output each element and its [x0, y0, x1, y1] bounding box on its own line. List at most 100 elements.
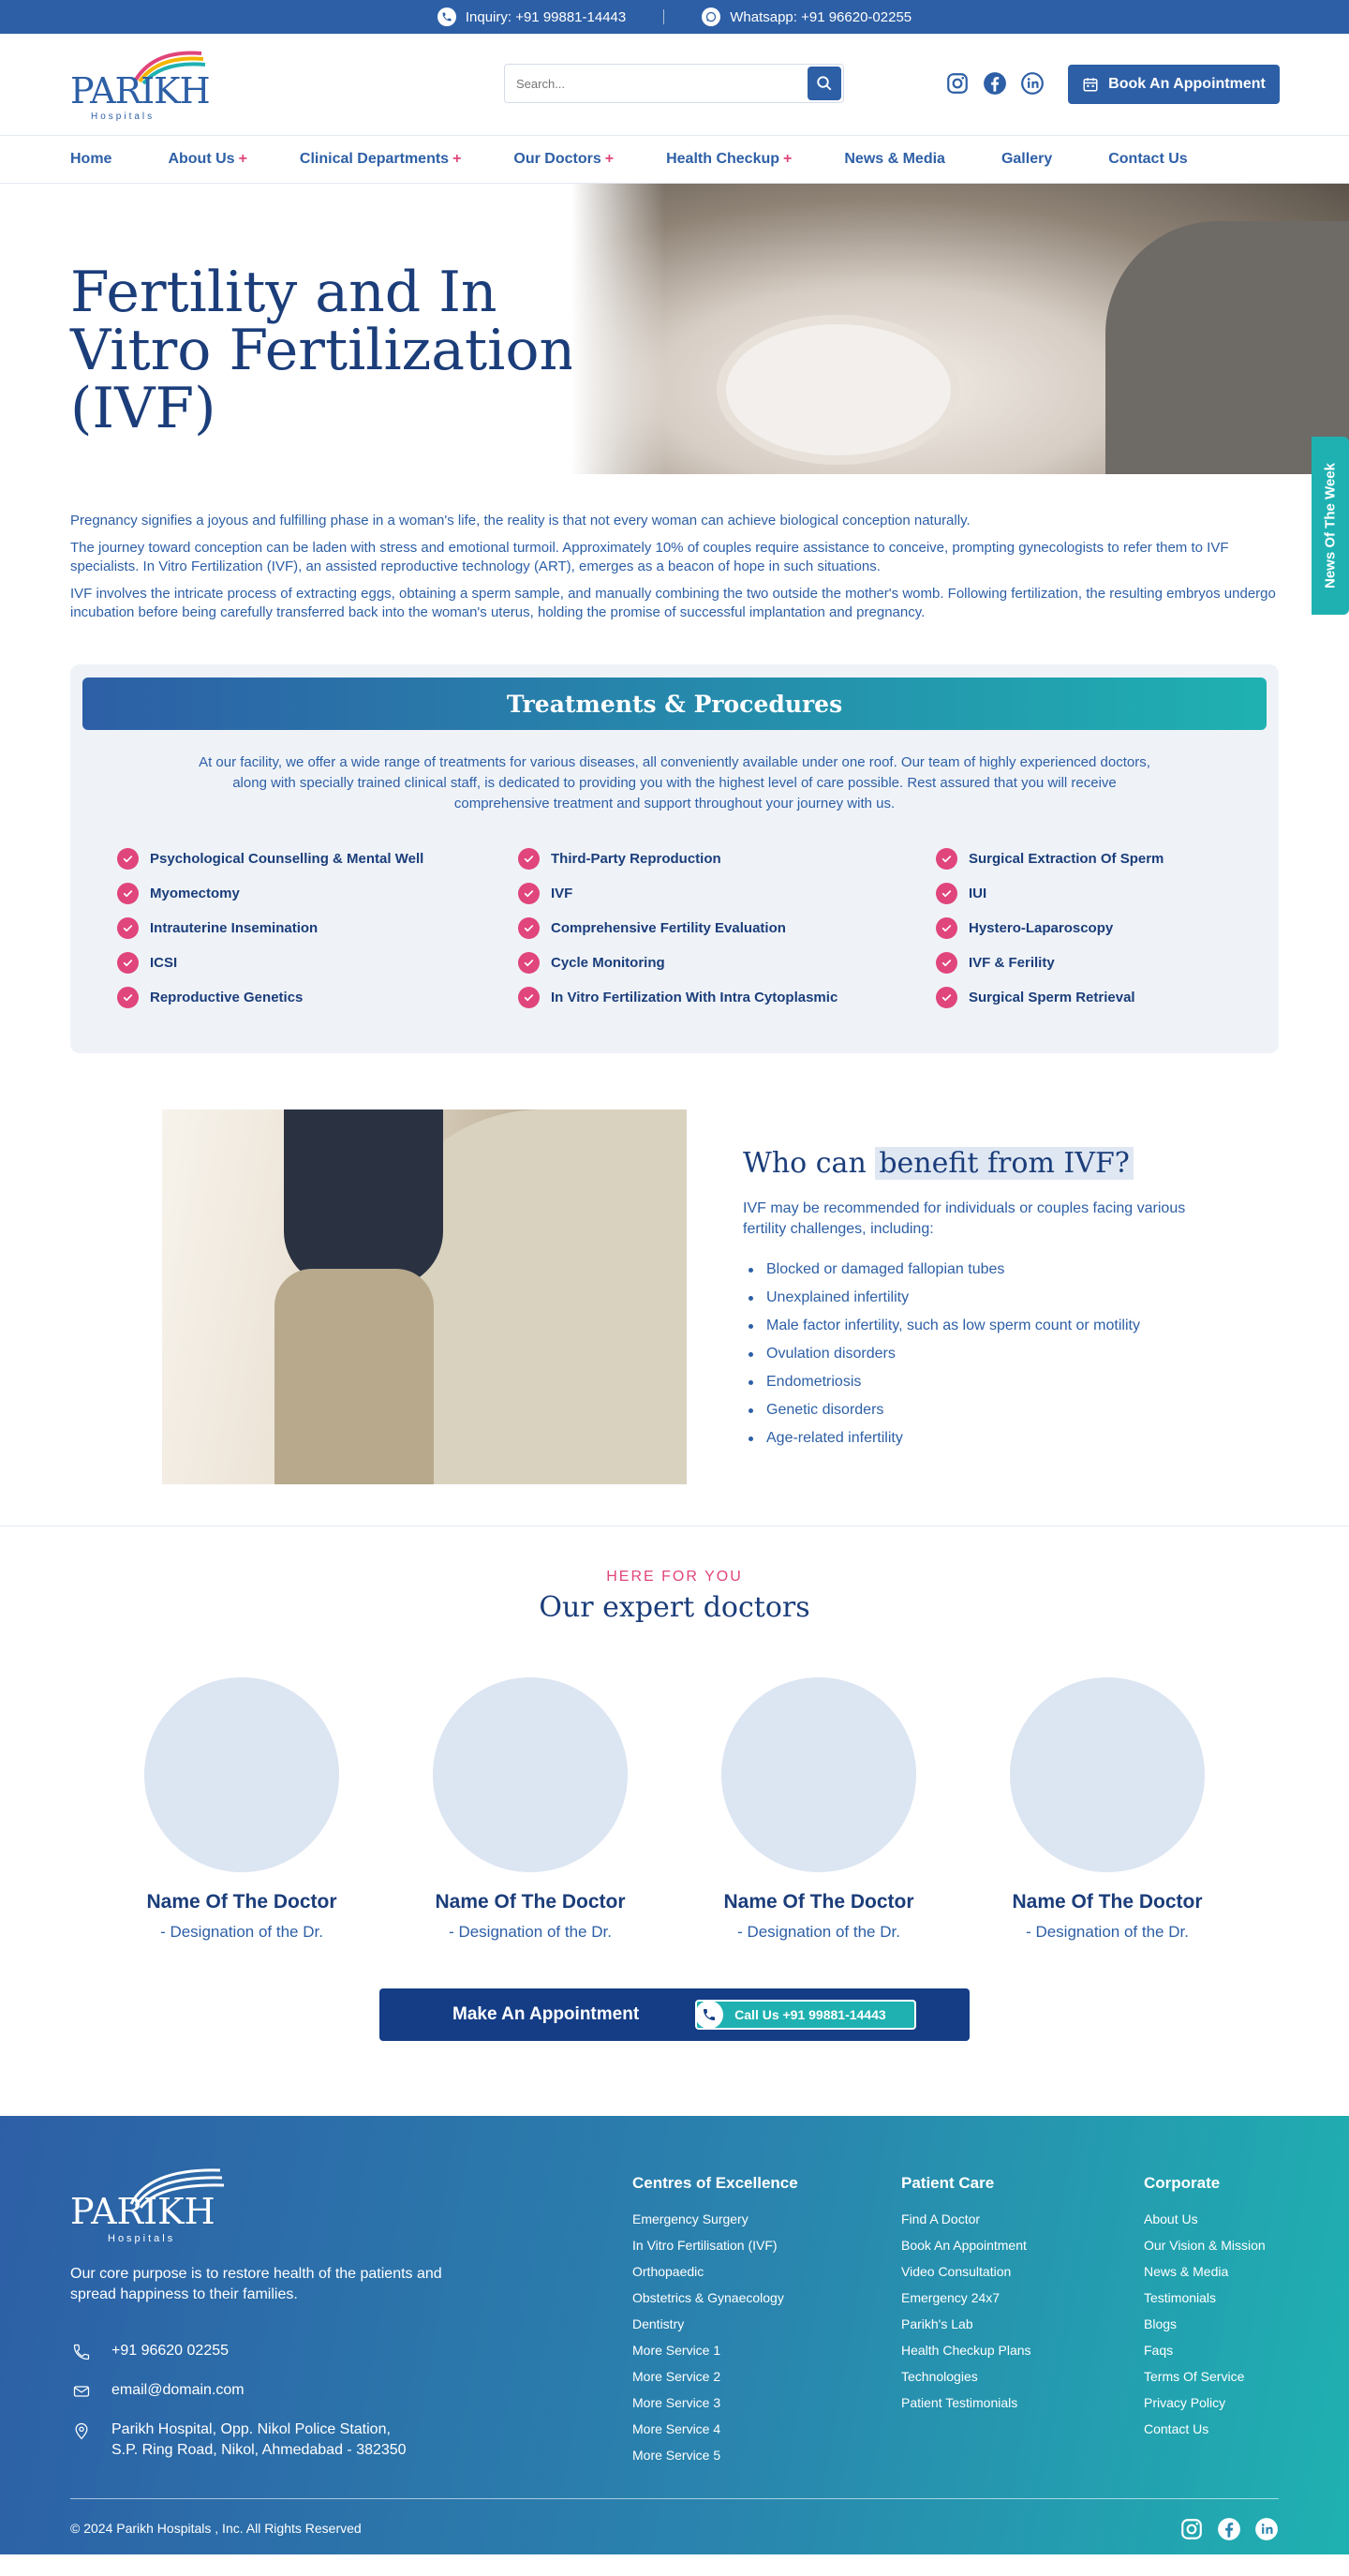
footer-link[interactable]: Terms Of Service — [1144, 2363, 1266, 2390]
treatment-item: IUI — [936, 883, 1217, 904]
doctor-card[interactable]: Name Of The Doctor - Designation of the … — [433, 1677, 628, 1942]
call-us-button[interactable]: Call Us +91 99881-14443 — [695, 2000, 917, 2030]
top-bar: Inquiry: +91 99881-14443 Whatsapp: +91 9… — [0, 0, 1349, 34]
footer-link[interactable]: More Service 3 — [632, 2390, 798, 2416]
footer-link[interactable]: Patient Testimonials — [901, 2390, 1031, 2416]
page-title: Fertility and In Vitro Fertilization (IV… — [70, 260, 576, 441]
doctor-name: Name Of The Doctor — [146, 1891, 337, 1913]
doctor-name: Name Of The Doctor — [435, 1891, 626, 1913]
footer-link[interactable]: Privacy Policy — [1144, 2390, 1266, 2416]
doctor-card[interactable]: Name Of The Doctor - Designation of the … — [144, 1677, 339, 1942]
logo-text: PARIKH — [70, 70, 211, 112]
instagram-icon[interactable] — [1179, 2517, 1204, 2541]
footer-link[interactable]: More Service 4 — [632, 2416, 798, 2442]
main-nav: Home About Us + Clinical Departments + Our… — [0, 135, 1349, 184]
book-appointment-label: Book An Appointment — [1108, 76, 1266, 92]
footer-link[interactable]: Dentistry — [632, 2311, 798, 2337]
book-appointment-button[interactable]: Book An Appointment — [1068, 65, 1280, 104]
doctor-card[interactable]: Name Of The Doctor - Designation of the … — [1010, 1677, 1205, 1942]
footer-column-patient-care: Patient Care Find A Doctor Book An Appoi… — [901, 2174, 1031, 2416]
footer-link[interactable]: About Us — [1144, 2206, 1266, 2232]
benefit-title-highlight: benefit from IVF? — [875, 1147, 1134, 1180]
make-appointment-button[interactable]: Make An Appointment — [452, 2004, 639, 2025]
nav-label: Our Doctors — [513, 151, 601, 167]
footer-link[interactable]: Contact Us — [1144, 2416, 1266, 2442]
linkedin-icon[interactable] — [1020, 71, 1045, 96]
nav-label: Clinical Departments — [299, 151, 450, 167]
search-input[interactable] — [516, 76, 806, 91]
nav-item-contact-us[interactable]: Contact Us — [1108, 151, 1191, 168]
footer-email[interactable]: email@domain.com — [70, 2380, 407, 2403]
footer-link[interactable]: Faqs — [1144, 2337, 1266, 2363]
whatsapp-contact[interactable]: Whatsapp: +91 96620-02255 — [702, 7, 912, 26]
footer-link[interactable]: More Service 2 — [632, 2363, 798, 2390]
footer-link[interactable]: More Service 5 — [632, 2442, 798, 2468]
nav-label: Contact Us — [1108, 151, 1188, 167]
footer-link[interactable]: Video Consultation — [901, 2258, 1031, 2285]
doctor-card[interactable]: Name Of The Doctor - Designation of the … — [721, 1677, 916, 1942]
facebook-icon[interactable] — [1217, 2517, 1241, 2541]
footer-logo[interactable]: PARIKH Hospitals — [70, 2163, 230, 2249]
intro-paragraph: The journey toward conception can be lad… — [70, 540, 1229, 574]
footer-link[interactable]: Technologies — [901, 2363, 1031, 2390]
footer-link[interactable]: News & Media — [1144, 2258, 1266, 2285]
treatment-item: Hystero-Laparoscopy — [936, 917, 1217, 939]
logo-subtext: Hospitals — [91, 112, 156, 122]
check-icon — [936, 952, 957, 974]
plus-icon: + — [783, 151, 793, 167]
inquiry-contact[interactable]: Inquiry: +91 99881-14443 — [437, 7, 626, 26]
instagram-icon[interactable] — [945, 71, 970, 96]
check-icon — [518, 987, 540, 1008]
footer-link[interactable]: Find A Doctor — [901, 2206, 1031, 2232]
footer-link[interactable]: More Service 1 — [632, 2337, 798, 2363]
footer-link[interactable]: Emergency 24x7 — [901, 2285, 1031, 2311]
nav-item-about-us[interactable]: About Us + — [168, 151, 246, 168]
nav-item-health-checkup[interactable]: Health Checkup + — [666, 151, 792, 168]
footer-link[interactable]: Emergency Surgery — [632, 2206, 798, 2232]
treatment-label: IVF — [551, 886, 573, 901]
nav-label: News & Media — [844, 151, 945, 167]
logo[interactable]: PARIKH Hospitals — [70, 48, 211, 122]
nav-item-home[interactable]: Home — [70, 151, 115, 168]
header-socials — [945, 71, 1045, 96]
footer-link[interactable]: Health Checkup Plans — [901, 2337, 1031, 2363]
list-item: Blocked or damaged fallopian tubes — [766, 1256, 1140, 1284]
treatment-label: Intrauterine Insemination — [150, 920, 319, 936]
calendar-icon — [1083, 78, 1098, 92]
treatment-label: Third-Party Reproduction — [551, 851, 721, 867]
nav-label: About Us — [168, 151, 235, 167]
plus-icon: + — [238, 151, 247, 167]
intro-paragraph: Pregnancy signifies a joyous and fulfill… — [70, 513, 971, 529]
list-item: Male factor infertility, such as low spe… — [766, 1312, 1140, 1340]
treatments-description: At our facility, we offer a wide range o… — [199, 754, 1150, 812]
footer-purpose: Our core purpose is to restore health of… — [70, 2266, 442, 2302]
nav-item-news-media[interactable]: News & Media — [844, 151, 949, 168]
footer-link[interactable]: Book An Appointment — [901, 2232, 1031, 2258]
treatment-item: IVF — [518, 883, 936, 904]
footer-column-title: Patient Care — [901, 2174, 995, 2192]
footer-link[interactable]: Testimonials — [1144, 2285, 1266, 2311]
nav-item-clinical-departments[interactable]: Clinical Departments + — [300, 151, 462, 168]
linkedin-icon[interactable] — [1254, 2517, 1279, 2541]
nav-label: Home — [70, 151, 112, 167]
check-icon — [117, 917, 139, 939]
footer-link[interactable]: Parikh's Lab — [901, 2311, 1031, 2337]
benefit-title-plain: Who can — [743, 1147, 876, 1180]
facebook-icon[interactable] — [983, 71, 1007, 96]
footer-link[interactable]: Orthopaedic — [632, 2258, 798, 2285]
footer-email-text: email@domain.com — [111, 2382, 245, 2398]
footer-column-title: Centres of Excellence — [632, 2174, 798, 2192]
nav-item-our-doctors[interactable]: Our Doctors + — [513, 151, 614, 168]
treatment-label: Cycle Monitoring — [551, 955, 665, 971]
news-of-the-week-tab[interactable]: News Of The Week — [1312, 437, 1349, 615]
footer-link[interactable]: Our Vision & Mission — [1144, 2232, 1266, 2258]
treatment-item: Comprehensive Fertility Evaluation — [518, 917, 936, 939]
nav-item-gallery[interactable]: Gallery — [1001, 151, 1056, 168]
footer-link[interactable]: Blogs — [1144, 2311, 1266, 2337]
treatment-item: ICSI — [117, 952, 518, 974]
footer-phone[interactable]: +91 96620 02255 — [70, 2341, 407, 2363]
footer-link[interactable]: Obstetrics & Gynaecology — [632, 2285, 798, 2311]
doctor-designation: - Designation of the Dr. — [1026, 1923, 1189, 1941]
footer-link[interactable]: In Vitro Fertilisation (IVF) — [632, 2232, 798, 2258]
search-button[interactable] — [808, 67, 841, 100]
